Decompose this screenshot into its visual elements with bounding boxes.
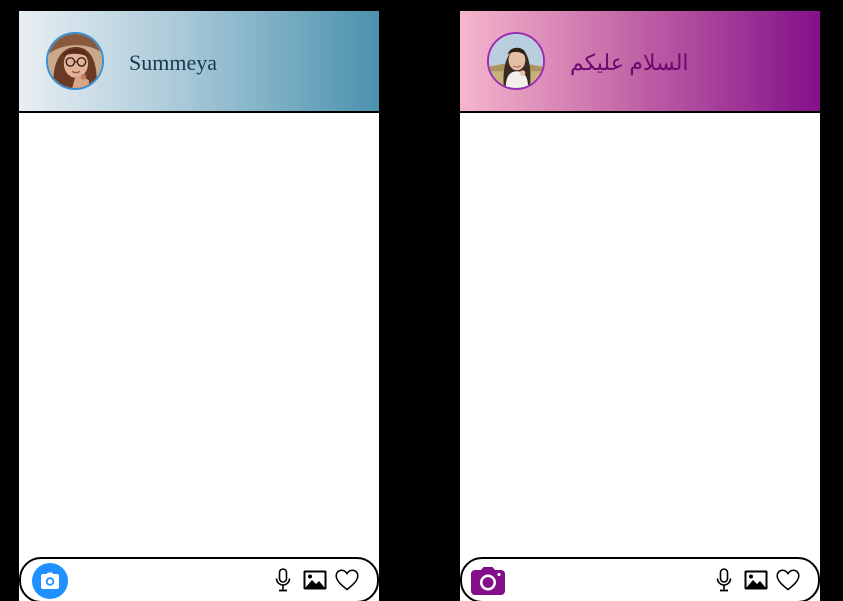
- heart-icon: [335, 569, 359, 591]
- app-stage: Summeya السلام علیکم: [0, 0, 843, 601]
- composer-tools: [712, 567, 800, 593]
- heart-icon: [776, 569, 800, 591]
- microphone-icon: [716, 568, 732, 592]
- camera-button[interactable]: [32, 563, 68, 599]
- like-button[interactable]: [335, 568, 359, 592]
- message-composer: [19, 557, 379, 601]
- camera-icon: [471, 567, 505, 595]
- contact-name: Summeya: [129, 50, 217, 75]
- chat-header: السلام علیکم: [460, 11, 820, 113]
- microphone-button[interactable]: [712, 568, 736, 592]
- chat-window-summeya: Summeya: [19, 11, 379, 601]
- message-composer: [460, 557, 820, 601]
- composer-tools: [271, 567, 359, 593]
- camera-icon: [41, 572, 59, 589]
- avatar-photo: [48, 34, 102, 88]
- camera-button[interactable]: [470, 563, 506, 599]
- chat-header: Summeya: [19, 11, 379, 113]
- avatar[interactable]: [487, 32, 545, 90]
- avatar-photo: [489, 34, 543, 88]
- microphone-icon: [275, 568, 291, 592]
- image-icon: [303, 570, 327, 590]
- microphone-button[interactable]: [271, 568, 295, 592]
- contact-name: السلام علیکم: [570, 50, 689, 75]
- chat-window-arabic: السلام علیکم: [460, 11, 820, 601]
- message-area[interactable]: [460, 113, 820, 553]
- image-button[interactable]: [744, 568, 768, 592]
- like-button[interactable]: [776, 568, 800, 592]
- avatar[interactable]: [46, 32, 104, 90]
- image-icon: [744, 570, 768, 590]
- image-button[interactable]: [303, 568, 327, 592]
- message-area[interactable]: [19, 113, 379, 553]
